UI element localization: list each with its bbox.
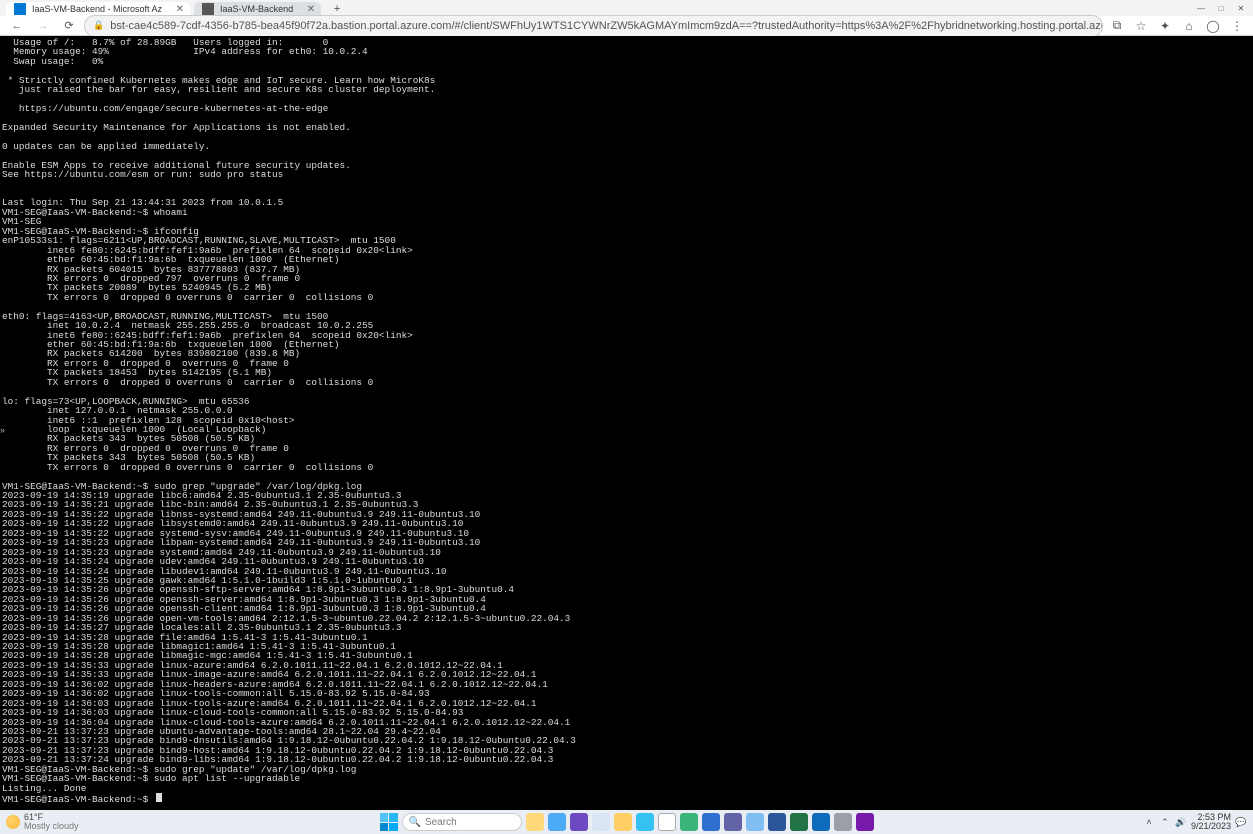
tray-volume-icon[interactable]: 🔊 xyxy=(1175,816,1187,828)
app-icon[interactable]: ⌂ xyxy=(1179,16,1199,36)
taskbar-chat-icon[interactable] xyxy=(570,813,588,831)
address-bar[interactable]: 🔒 bst-cae4c589-7cdf-4356-b785-bea45f90f7… xyxy=(84,15,1103,37)
browser-toolbar: ← → ⟳ 🔒 bst-cae4c589-7cdf-4356-b785-bea4… xyxy=(0,16,1253,36)
taskbar-weather-widget[interactable]: 61°F Mostly cloudy xyxy=(0,813,120,831)
tab-title: IaaS-VM-Backend xyxy=(220,4,293,14)
terminal-expand-handle-icon[interactable]: » xyxy=(0,425,10,435)
terminal-line: VM1-SEG@IaaS-VM-Backend:~$ sudo apt list… xyxy=(2,774,1253,783)
tray-network-icon[interactable]: ⌃ xyxy=(1159,816,1171,828)
favorite-star-icon[interactable]: ☆ xyxy=(1131,16,1151,36)
taskbar-snip-icon[interactable] xyxy=(834,813,852,831)
window-minimize-button[interactable]: — xyxy=(1191,1,1211,15)
collections-icon[interactable]: ⧉ xyxy=(1107,16,1127,36)
window-maximize-button[interactable]: □ xyxy=(1211,1,1231,15)
terminal-cursor-icon xyxy=(156,793,162,802)
terminal-line: TX errors 0 dropped 0 overruns 0 carrier… xyxy=(2,378,1253,387)
generic-favicon-icon xyxy=(202,3,214,15)
terminal-line: Swap usage: 0% xyxy=(2,57,1253,66)
browser-tab[interactable]: IaaS-VM-Backend ✕ xyxy=(194,2,321,16)
nav-reload-button[interactable]: ⟳ xyxy=(58,15,80,37)
weather-sun-icon xyxy=(6,815,20,829)
terminal-line: 0 updates can be applied immediately. xyxy=(2,142,1253,151)
tab-title: IaaS-VM-Backend - Microsoft Az xyxy=(32,4,162,14)
bastion-terminal[interactable]: Usage of /: 8.7% of 28.89GB Users logged… xyxy=(0,36,1253,810)
terminal-line: TX errors 0 dropped 0 overruns 0 carrier… xyxy=(2,293,1253,302)
terminal-line: Listing... Done xyxy=(2,784,1253,793)
taskbar-center: 🔍 Search xyxy=(380,813,874,831)
taskbar-word-icon[interactable] xyxy=(768,813,786,831)
taskbar-edge-icon[interactable] xyxy=(636,813,654,831)
lock-icon: 🔒 xyxy=(93,20,104,31)
taskbar-file-explorer-icon[interactable] xyxy=(526,813,544,831)
window-close-button[interactable]: ✕ xyxy=(1231,1,1251,15)
taskbar-search[interactable]: 🔍 Search xyxy=(402,813,522,831)
terminal-line: TX errors 0 dropped 0 overruns 0 carrier… xyxy=(2,463,1253,472)
search-placeholder: Search xyxy=(425,817,457,828)
start-button[interactable] xyxy=(380,813,398,831)
taskbar-mail-icon[interactable] xyxy=(592,813,610,831)
terminal-line: Expanded Security Maintenance for Applic… xyxy=(2,123,1253,132)
taskbar-folder-icon[interactable] xyxy=(614,813,632,831)
nav-forward-button[interactable]: → xyxy=(32,15,54,37)
extensions-icon[interactable]: ✦ xyxy=(1155,16,1175,36)
taskbar-teams-icon[interactable] xyxy=(724,813,742,831)
terminal-line: VM1-SEG@IaaS-VM-Backend:~$ whoami xyxy=(2,208,1253,217)
terminal-line: Last login: Thu Sep 21 13:44:31 2023 fro… xyxy=(2,198,1253,207)
terminal-line: See https://ubuntu.com/esm or run: sudo … xyxy=(2,170,1253,179)
system-tray: ˄ ⌃ 🔊 2:53 PM 9/21/2023 💬 xyxy=(1143,813,1253,831)
tab-close-icon[interactable]: ✕ xyxy=(176,4,184,15)
browser-menu-icon[interactable]: ⋮ xyxy=(1227,16,1247,36)
taskbar-app-icon[interactable] xyxy=(702,813,720,831)
tab-close-icon[interactable]: ✕ xyxy=(307,4,315,15)
tray-notifications-icon[interactable]: 💬 xyxy=(1235,816,1247,828)
terminal-line: Memory usage: 49% IPv4 address for eth0:… xyxy=(2,47,1253,56)
tray-date: 9/21/2023 xyxy=(1191,822,1231,831)
tray-clock[interactable]: 2:53 PM 9/21/2023 xyxy=(1191,813,1231,831)
terminal-prompt[interactable]: VM1-SEG@IaaS-VM-Backend:~$ xyxy=(2,793,1253,802)
browser-tab-active[interactable]: IaaS-VM-Backend - Microsoft Az ✕ xyxy=(6,2,190,16)
terminal-line: https://ubuntu.com/engage/secure-kuberne… xyxy=(2,104,1253,113)
weather-desc: Mostly cloudy xyxy=(24,822,79,831)
terminal-line xyxy=(2,180,1253,189)
taskbar-chrome-icon[interactable] xyxy=(658,813,676,831)
nav-back-button[interactable]: ← xyxy=(6,15,28,37)
taskbar-app-icon[interactable] xyxy=(680,813,698,831)
url-text: bst-cae4c589-7cdf-4356-b785-bea45f90f72a… xyxy=(110,20,1103,32)
search-icon: 🔍 xyxy=(409,817,421,828)
terminal-line: just raised the bar for easy, resilient … xyxy=(2,85,1253,94)
azure-favicon-icon xyxy=(14,3,26,15)
taskbar-task-view-icon[interactable] xyxy=(548,813,566,831)
new-tab-button[interactable]: + xyxy=(325,2,349,16)
taskbar-onenote-icon[interactable] xyxy=(856,813,874,831)
browser-tabstrip: IaaS-VM-Backend - Microsoft Az ✕ IaaS-VM… xyxy=(0,0,1173,16)
taskbar-outlook-icon[interactable] xyxy=(812,813,830,831)
profile-avatar-icon[interactable]: ◯ xyxy=(1203,16,1223,36)
taskbar-excel-icon[interactable] xyxy=(790,813,808,831)
taskbar-store-icon[interactable] xyxy=(746,813,764,831)
windows-taskbar: 61°F Mostly cloudy 🔍 Search ˄ ⌃ 🔊 2:53 P… xyxy=(0,810,1253,834)
tray-overflow-chevron-icon[interactable]: ˄ xyxy=(1143,816,1155,828)
